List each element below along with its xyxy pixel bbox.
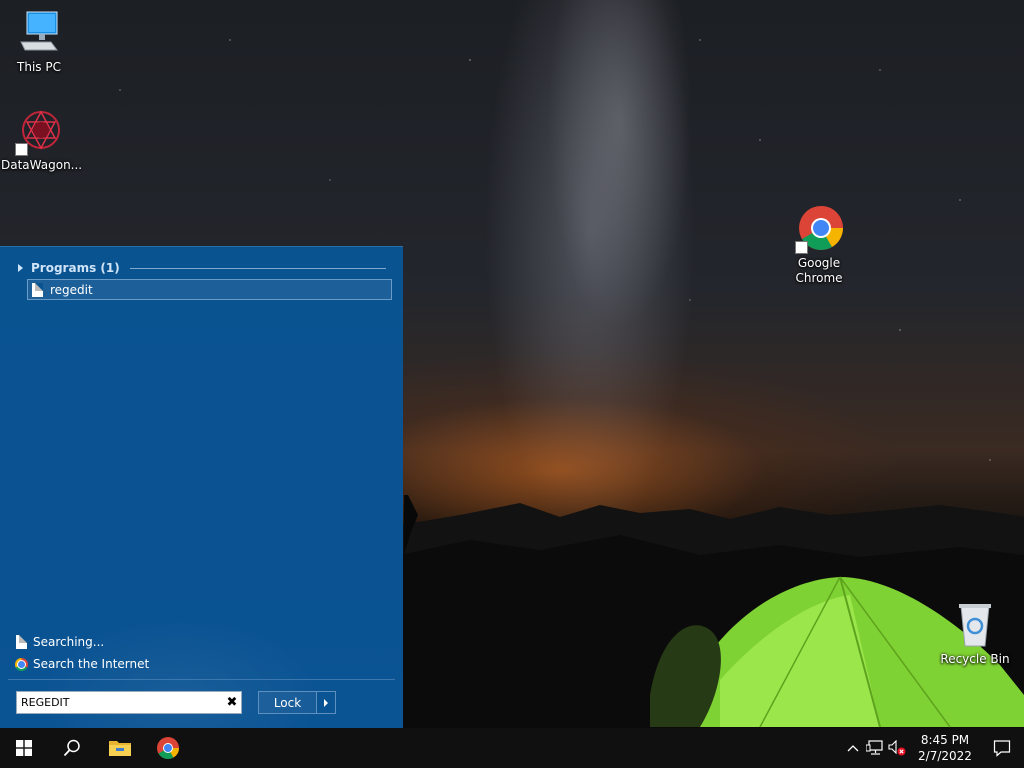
search-icon (63, 739, 80, 757)
start-button[interactable] (0, 728, 48, 768)
taskbar-file-explorer[interactable] (96, 728, 144, 768)
desktop-icon-datawagon[interactable]: DataWagon... (1, 108, 83, 173)
taskbar: 8:45 PM 2/7/2022 (0, 728, 1024, 768)
start-search-panel: Programs (1) regedit Searching... Search… (0, 246, 403, 728)
network-icon (866, 740, 883, 755)
file-icon (16, 635, 27, 649)
volume-muted-icon (888, 740, 906, 756)
desktop-icon-google-chrome[interactable]: Google Chrome (780, 206, 858, 286)
shortcut-arrow-icon (795, 241, 808, 254)
searching-label: Searching... (33, 635, 105, 649)
file-icon (32, 282, 43, 297)
action-center-button[interactable] (980, 728, 1024, 768)
expand-triangle-icon (18, 264, 23, 272)
clock-date: 2/7/2022 (918, 749, 972, 763)
file-explorer-icon (109, 741, 131, 756)
searching-link[interactable]: Searching... (16, 635, 104, 649)
clear-search-button[interactable]: ✖ (223, 692, 241, 713)
datawagon-icon (15, 108, 63, 156)
clock-time: 8:45 PM (920, 733, 970, 747)
desktop-icon-this-pc[interactable]: This PC (1, 10, 77, 75)
windows-logo-icon (16, 740, 32, 756)
search-input[interactable] (17, 692, 223, 713)
search-internet-label: Search the Internet (33, 657, 150, 671)
desktop-icon-label: Recycle Bin (940, 652, 1010, 666)
programs-group-label: Programs (1) (31, 261, 120, 275)
system-tray: 8:45 PM 2/7/2022 (842, 728, 1024, 768)
power-button-group: Lock (258, 691, 336, 714)
network-button[interactable] (864, 728, 886, 768)
taskbar-clock[interactable]: 8:45 PM 2/7/2022 (914, 732, 976, 764)
recycle-bin-icon (951, 602, 999, 650)
computer-icon (15, 10, 63, 58)
lock-options-button[interactable] (316, 692, 335, 713)
search-box[interactable]: ✖ (16, 691, 242, 714)
chrome-icon (15, 657, 28, 671)
chevron-right-icon (324, 698, 328, 707)
chrome-icon (157, 737, 179, 759)
group-divider-line (129, 267, 386, 269)
panel-divider (8, 679, 395, 680)
desktop-icon-recycle-bin[interactable]: Recycle Bin (937, 602, 1013, 667)
taskbar-search-button[interactable] (48, 728, 96, 768)
chrome-icon (795, 206, 843, 254)
shortcut-arrow-icon (15, 143, 28, 156)
notification-icon (993, 740, 1011, 757)
desktop-icon-label: Google Chrome (795, 256, 843, 285)
volume-button[interactable] (886, 728, 908, 768)
taskbar-chrome[interactable] (144, 728, 192, 768)
show-hidden-icons-button[interactable] (842, 728, 864, 768)
desktop-icon-label: DataWagon... (1, 158, 83, 172)
desktop-icon-label: This PC (17, 60, 61, 74)
chevron-up-icon (847, 745, 859, 752)
search-result-label: regedit (50, 282, 93, 297)
search-internet-link[interactable]: Search the Internet (15, 657, 149, 671)
programs-group-header[interactable]: Programs (1) (16, 260, 386, 276)
search-result-regedit[interactable]: regedit (27, 279, 392, 300)
lock-button[interactable]: Lock (259, 692, 316, 713)
